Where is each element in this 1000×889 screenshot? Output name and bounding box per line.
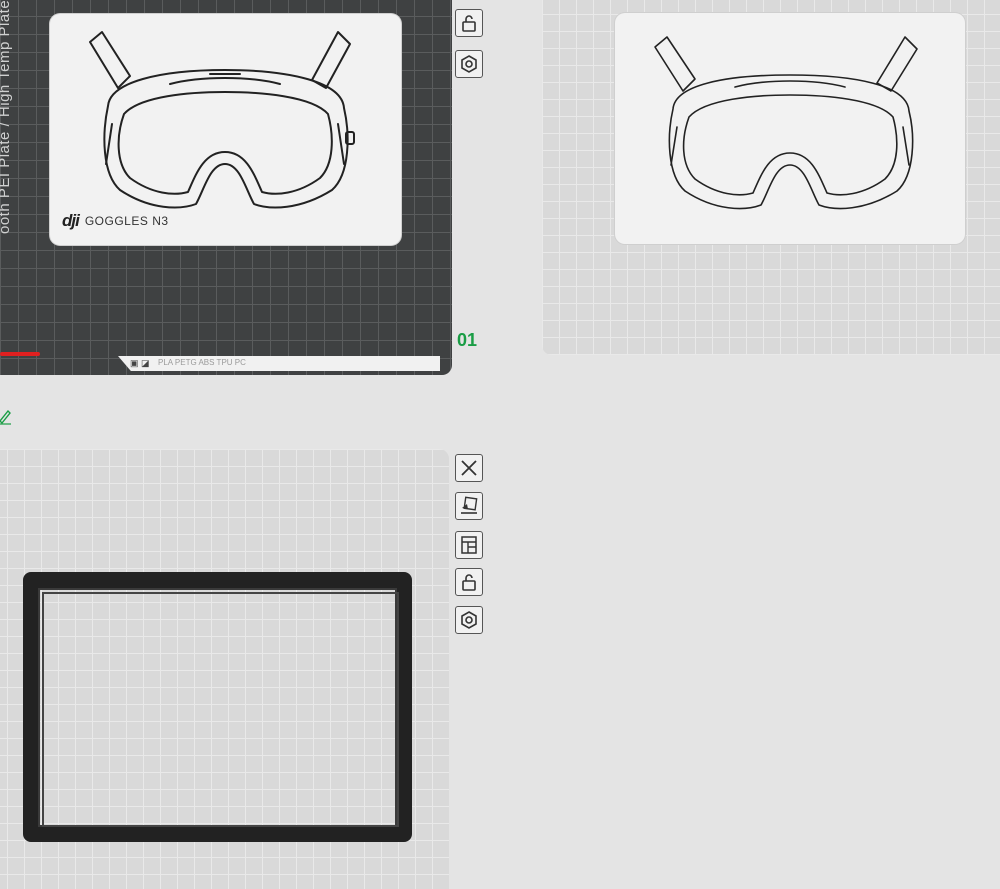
model-card-goggles[interactable]: dji GOGGLES N3 [50, 14, 401, 245]
goggles-illustration-icon [654, 36, 918, 210]
origin-marker [0, 352, 40, 356]
model-frame-object[interactable] [23, 572, 412, 842]
plate-info-text: PLA PETG ABS TPU PC [158, 358, 246, 367]
edit-plate-name-icon[interactable] [0, 407, 12, 425]
plate-settings-button[interactable] [455, 606, 483, 634]
plate-type-label: ooth PEI Plate / High Temp Plate [0, 0, 13, 235]
plate-arrange-button[interactable] [455, 531, 483, 559]
plate-info-icons: ▣ ◪ [130, 358, 150, 368]
auto-orient-icon [461, 496, 478, 514]
plate-auto-orient-button[interactable] [455, 492, 483, 520]
plate-lock-button[interactable] [455, 568, 483, 596]
hex-settings-icon [461, 611, 477, 629]
hex-settings-icon [461, 55, 477, 73]
plate-close-button[interactable] [455, 454, 483, 482]
model-card-goggles-preview[interactable] [615, 13, 965, 244]
brand-block: dji GOGGLES N3 [62, 211, 169, 231]
plate-info-tab: ▣ ◪ PLA PETG ABS TPU PC [118, 356, 440, 371]
arrange-layout-icon [461, 536, 477, 554]
unlock-icon [462, 574, 476, 591]
plate-settings-button[interactable] [455, 50, 483, 78]
model-name: GOGGLES N3 [84, 214, 169, 228]
plate-lock-button[interactable] [455, 9, 483, 37]
close-icon [461, 460, 477, 476]
unlock-icon [462, 15, 476, 32]
brand-logo: dji [62, 211, 80, 230]
plate-number-label: 01 [457, 330, 478, 350]
